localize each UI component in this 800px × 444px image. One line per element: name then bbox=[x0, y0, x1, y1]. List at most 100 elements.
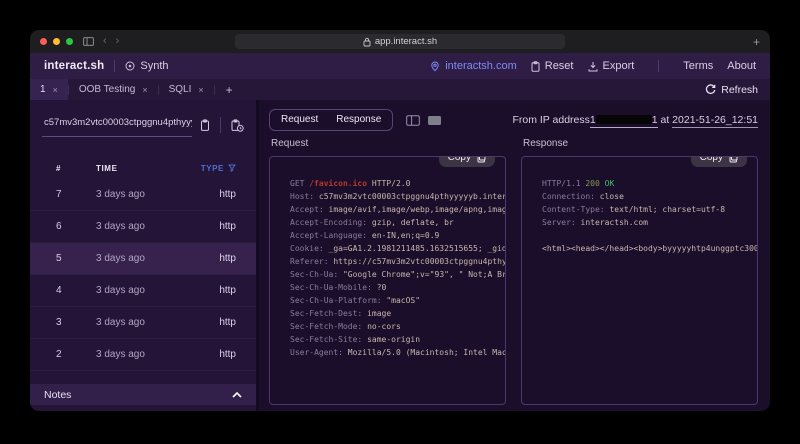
table-row[interactable]: 4 3 days ago http bbox=[30, 275, 256, 307]
theme-synth-toggle[interactable]: Synth bbox=[125, 60, 168, 72]
copy-label: Copy bbox=[448, 156, 471, 163]
table-row[interactable]: 3 3 days ago http bbox=[30, 307, 256, 339]
browser-chrome: ‹ › app.interact.sh + bbox=[30, 30, 770, 53]
terms-link[interactable]: Terms bbox=[683, 60, 713, 72]
download-icon bbox=[588, 61, 598, 72]
window-controls bbox=[40, 38, 73, 45]
row-type: http bbox=[184, 221, 236, 232]
timestamp: 2021-51-26_12:51 bbox=[672, 114, 758, 128]
row-time: 3 days ago bbox=[96, 285, 184, 296]
row-num: 2 bbox=[56, 349, 96, 360]
refresh-button[interactable]: Refresh bbox=[693, 79, 770, 100]
divider bbox=[114, 60, 115, 72]
row-num: 6 bbox=[56, 221, 96, 232]
about-link[interactable]: About bbox=[727, 60, 756, 72]
copy-icon bbox=[729, 156, 738, 163]
reset-button[interactable]: Reset bbox=[531, 60, 574, 72]
column-header-type[interactable]: TYPE bbox=[184, 164, 236, 173]
clipboard-icon bbox=[531, 61, 540, 72]
row-time: 3 days ago bbox=[96, 253, 184, 264]
tab-label: OOB Testing bbox=[79, 84, 136, 95]
request-response-switch: Request Response bbox=[269, 109, 393, 131]
sidebar: c57mv3m2vtc00003ctpggnu4pthyyyyyb.inter.… bbox=[30, 100, 259, 411]
interaction-url-row: c57mv3m2vtc00003ctpggnu4pthyyyyyb.inter.… bbox=[42, 113, 244, 137]
row-time: 3 days ago bbox=[96, 221, 184, 232]
session-tab-bar: 1 × OOB Testing × SQLI × + Refresh bbox=[30, 79, 770, 100]
copy-label: Copy bbox=[700, 156, 723, 163]
clipboard-clock-icon[interactable] bbox=[231, 119, 244, 132]
response-tab-button[interactable]: Response bbox=[327, 110, 390, 130]
divider bbox=[220, 117, 221, 133]
refresh-icon bbox=[705, 84, 716, 95]
detail-pane: Request Response From IP address11 at 20… bbox=[259, 100, 770, 411]
tab-close-icon[interactable]: × bbox=[53, 85, 58, 95]
request-panel-title: Request bbox=[271, 138, 506, 149]
zoom-window-button[interactable] bbox=[66, 38, 73, 45]
browser-new-tab-button[interactable]: + bbox=[753, 35, 760, 49]
from-ip-status: From IP address11 at 2021-51-26_12:51 bbox=[512, 114, 758, 126]
lock-icon bbox=[363, 37, 371, 47]
host-selector-link[interactable]: interactsh.com bbox=[430, 60, 517, 72]
url-text: app.interact.sh bbox=[375, 36, 437, 47]
tab-close-icon[interactable]: × bbox=[198, 85, 203, 95]
row-type: http bbox=[184, 189, 236, 200]
copy-response-button[interactable]: Copy bbox=[691, 156, 747, 167]
at-text: at bbox=[658, 114, 673, 126]
copy-url-icon[interactable] bbox=[200, 119, 210, 132]
interaction-url-field[interactable]: c57mv3m2vtc00003ctpggnu4pthyyyyyb.inter.… bbox=[42, 113, 192, 137]
copy-request-button[interactable]: Copy bbox=[439, 156, 495, 167]
tab-label: SQLI bbox=[169, 84, 192, 95]
app-logo: interact.sh bbox=[44, 60, 104, 72]
column-header-time[interactable]: TIME bbox=[96, 164, 184, 173]
reset-label: Reset bbox=[545, 60, 574, 72]
row-type: http bbox=[184, 349, 236, 360]
table-row-selected[interactable]: 5 3 days ago http bbox=[30, 243, 256, 275]
list-view-icon[interactable] bbox=[428, 116, 441, 125]
back-button[interactable]: ‹ bbox=[103, 36, 107, 47]
split-view-icon[interactable] bbox=[406, 115, 420, 126]
add-tab-button[interactable]: + bbox=[215, 79, 244, 100]
tab-label: 1 bbox=[40, 84, 46, 95]
row-num: 3 bbox=[56, 317, 96, 328]
row-time: 3 days ago bbox=[96, 349, 184, 360]
copy-icon bbox=[477, 156, 486, 163]
column-header-num[interactable]: # bbox=[56, 164, 96, 173]
tab-close-icon[interactable]: × bbox=[142, 85, 147, 95]
synth-label: Synth bbox=[140, 60, 168, 72]
table-row[interactable]: 2 3 days ago http bbox=[30, 339, 256, 371]
export-button[interactable]: Export bbox=[588, 60, 635, 72]
table-row[interactable]: 6 3 days ago http bbox=[30, 211, 256, 243]
filter-funnel-icon[interactable] bbox=[228, 164, 236, 172]
response-raw-text: HTTP/1.1 200 OKConnection: closeContent-… bbox=[522, 157, 757, 404]
table-row[interactable]: 7 3 days ago http bbox=[30, 179, 256, 211]
row-time: 3 days ago bbox=[96, 189, 184, 200]
request-raw-text: GET /favicon.ico HTTP/2.0Host: c57mv3m2v… bbox=[270, 157, 505, 404]
minimize-window-button[interactable] bbox=[53, 38, 60, 45]
close-window-button[interactable] bbox=[40, 38, 47, 45]
sidebar-toggle-icon[interactable] bbox=[83, 37, 94, 46]
request-tab-button[interactable]: Request bbox=[272, 110, 327, 130]
app-header: interact.sh Synth interactsh.com bbox=[30, 53, 770, 79]
circle-dot-icon bbox=[125, 61, 135, 71]
detail-toolbar: Request Response From IP address11 at 20… bbox=[269, 108, 758, 132]
tab-sqli[interactable]: SQLI × bbox=[159, 79, 214, 100]
tab-oob-testing[interactable]: OOB Testing × bbox=[69, 79, 158, 100]
response-panel: Response Copy HTTP/1.1 200 OKConnection:… bbox=[521, 138, 758, 405]
host-link-label: interactsh.com bbox=[445, 60, 517, 72]
notes-panel-toggle[interactable]: Notes bbox=[30, 384, 256, 405]
refresh-label: Refresh bbox=[721, 84, 758, 96]
divider bbox=[658, 60, 659, 72]
notes-label: Notes bbox=[44, 389, 71, 401]
forward-button[interactable]: › bbox=[116, 36, 120, 47]
chevron-up-icon[interactable] bbox=[232, 392, 242, 398]
redacted-ip bbox=[596, 115, 652, 124]
export-label: Export bbox=[603, 60, 635, 72]
row-time: 3 days ago bbox=[96, 317, 184, 328]
row-num: 7 bbox=[56, 189, 96, 200]
request-panel-box: Copy GET /favicon.ico HTTP/2.0Host: c57m… bbox=[269, 156, 506, 405]
address-bar[interactable]: app.interact.sh bbox=[235, 34, 565, 49]
response-panel-box: Copy HTTP/1.1 200 OKConnection: closeCon… bbox=[521, 156, 758, 405]
row-type: http bbox=[184, 285, 236, 296]
request-panel: Request Copy GET /favicon.ico HTTP/2.0Ho… bbox=[269, 138, 506, 405]
tab-1[interactable]: 1 × bbox=[30, 79, 68, 100]
